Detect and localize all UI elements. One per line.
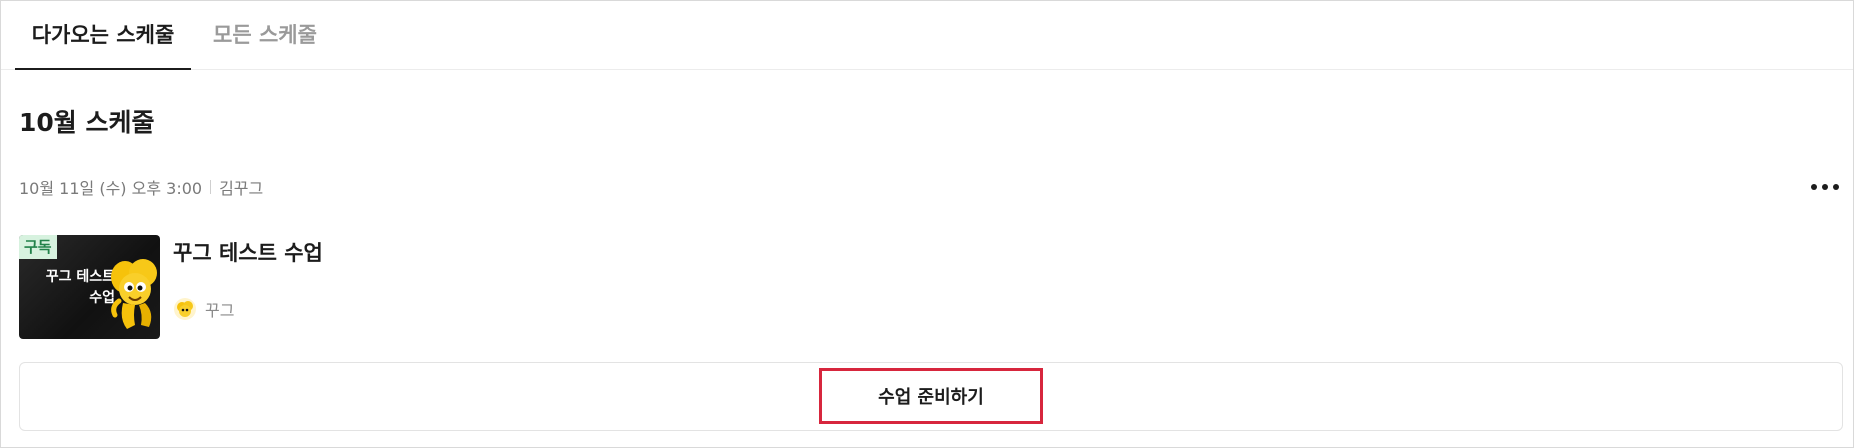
thumbnail-title: 꾸그 테스트 수업	[45, 269, 115, 306]
schedule-host: 김꾸그	[219, 179, 264, 198]
prepare-class-label[interactable]: 수업 준비하기	[819, 368, 1043, 424]
schedule-datetime: 10월 11일 (수) 오후 3:00	[19, 179, 203, 198]
schedule-panel: 다가오는 스케줄 모든 스케줄 10월 스케줄 10월 11일 (수) 오후 3…	[0, 0, 1854, 448]
more-dot	[1811, 184, 1817, 190]
class-title[interactable]: 꾸그 테스트 수업	[173, 237, 323, 267]
meta-divider	[210, 180, 212, 194]
yellow-mascot-icon	[111, 259, 157, 329]
more-dot	[1822, 184, 1828, 190]
schedule-tabs: 다가오는 스케줄 모든 스케줄	[1, 1, 1853, 70]
class-thumbnail[interactable]: 구독 꾸그 테스트 수업	[19, 235, 160, 339]
tab-all-schedule[interactable]: 모든 스케줄	[205, 1, 325, 69]
tab-upcoming-schedule[interactable]: 다가오는 스케줄	[15, 1, 191, 70]
month-heading: 10월 스케줄	[19, 108, 155, 137]
more-options-icon[interactable]	[1799, 175, 1839, 199]
more-dot	[1833, 184, 1839, 190]
schedule-meta: 10월 11일 (수) 오후 3:00 김꾸그	[19, 175, 263, 199]
teacher-name: 꾸그	[205, 301, 235, 320]
subscription-badge: 구독	[19, 235, 57, 259]
teacher-info: 꾸그	[173, 297, 234, 321]
teacher-avatar-icon	[174, 298, 196, 320]
